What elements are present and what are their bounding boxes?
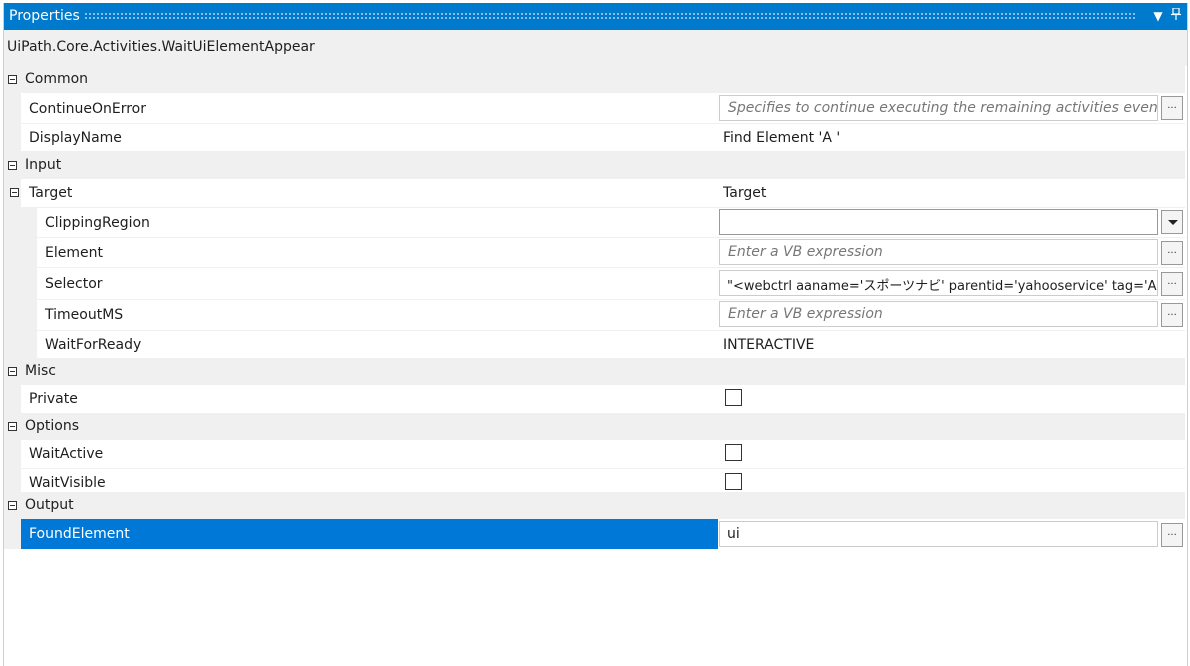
collapse-minus-icon[interactable] — [8, 75, 17, 84]
property-row-displayname[interactable]: DisplayName Find Element 'A ' — [4, 123, 1185, 151]
property-name: TimeoutMS — [45, 307, 124, 323]
property-name: Element — [45, 245, 103, 261]
placeholder-text: Enter a VB expression — [728, 306, 883, 322]
row-gutter — [4, 385, 21, 413]
selector-input[interactable]: "<webctrl aaname='スポーツナビ' parentid='yaho… — [719, 270, 1158, 296]
row-gutter — [4, 93, 21, 123]
private-checkbox[interactable] — [725, 389, 742, 406]
ellipsis-button[interactable]: ... — [1161, 272, 1183, 296]
ellipsis-button[interactable]: ... — [1161, 303, 1183, 327]
property-row-waitforready[interactable]: WaitForReady INTERACTIVE — [4, 330, 1185, 358]
collapse-minus-icon[interactable] — [10, 188, 19, 197]
property-name: Private — [29, 391, 78, 407]
foundelement-value: ui — [727, 526, 740, 542]
ellipsis-button[interactable]: ... — [1161, 241, 1183, 265]
property-name: WaitVisible — [29, 475, 106, 491]
ellipsis-button[interactable]: ... — [1161, 523, 1183, 547]
clippingregion-select[interactable] — [719, 209, 1158, 235]
category-label: Input — [25, 157, 62, 173]
row-gutter — [4, 331, 37, 358]
waitactive-checkbox[interactable] — [725, 444, 742, 461]
property-name: FoundElement — [29, 526, 130, 542]
collapse-minus-icon[interactable] — [8, 367, 17, 376]
property-row-timeoutms[interactable]: TimeoutMS Enter a VB expression ... — [4, 299, 1185, 330]
property-name: WaitActive — [29, 446, 104, 462]
row-gutter — [4, 238, 37, 267]
target-value: Target — [723, 185, 767, 201]
property-row-element[interactable]: Element Enter a VB expression ... — [4, 237, 1185, 267]
property-name: Selector — [45, 276, 103, 292]
row-gutter — [4, 208, 37, 237]
property-name: ClippingRegion — [45, 215, 150, 231]
properties-panel: Properties ▼ UiPath.Core.Activities.Wait… — [3, 3, 1188, 666]
property-row-selector[interactable]: Selector "<webctrl aaname='スポーツナビ' paren… — [4, 267, 1185, 299]
timeoutms-input[interactable]: Enter a VB expression — [719, 301, 1158, 327]
property-name: WaitForReady — [45, 337, 142, 353]
category-options[interactable]: Options — [4, 413, 1185, 440]
row-gutter — [4, 300, 37, 330]
row-gutter — [4, 268, 37, 299]
category-output[interactable]: Output — [4, 492, 1185, 519]
selected-row-highlight: FoundElement — [21, 519, 718, 549]
property-name: ContinueOnError — [29, 101, 146, 117]
displayname-value[interactable]: Find Element 'A ' — [723, 130, 840, 146]
property-name: DisplayName — [29, 130, 122, 146]
category-label: Options — [25, 418, 80, 434]
chevron-down-icon[interactable] — [1161, 210, 1183, 234]
property-row-foundelement[interactable]: FoundElement ui ... — [4, 519, 1185, 549]
panel-titlebar[interactable]: Properties ▼ — [4, 3, 1187, 30]
panel-title: Properties — [9, 8, 80, 24]
element-input[interactable]: Enter a VB expression — [719, 239, 1158, 265]
property-name: Target — [29, 185, 73, 201]
waitvisible-checkbox[interactable] — [725, 473, 742, 490]
category-label: Misc — [25, 363, 56, 379]
continueonerror-input[interactable]: Specifies to continue executing the rema… — [719, 95, 1158, 121]
collapse-minus-icon[interactable] — [8, 422, 17, 431]
waitforready-value[interactable]: INTERACTIVE — [723, 337, 814, 353]
foundelement-input[interactable]: ui — [719, 521, 1158, 547]
activity-type-label: UiPath.Core.Activities.WaitUiElementAppe… — [7, 39, 315, 55]
placeholder-text: Enter a VB expression — [728, 244, 883, 260]
category-label: Output — [25, 497, 74, 513]
row-gutter — [4, 124, 21, 151]
category-misc[interactable]: Misc — [4, 358, 1185, 385]
collapse-minus-icon[interactable] — [8, 501, 17, 510]
pin-icon[interactable] — [1167, 6, 1185, 26]
selector-value: "<webctrl aaname='スポーツナビ' parentid='yaho… — [727, 279, 1158, 294]
property-row-continueonerror[interactable]: ContinueOnError Specifies to continue ex… — [4, 93, 1185, 123]
collapse-minus-icon[interactable] — [8, 161, 17, 170]
titlebar-grip — [84, 12, 1137, 20]
category-input[interactable]: Input — [4, 151, 1185, 179]
property-row-target[interactable]: Target Target — [4, 179, 1185, 207]
category-label: Common — [25, 71, 89, 87]
ellipsis-button[interactable]: ... — [1161, 96, 1183, 120]
category-common[interactable]: Common — [4, 66, 1185, 93]
property-row-private[interactable]: Private — [4, 385, 1185, 413]
property-row-waitactive[interactable]: WaitActive — [4, 440, 1185, 468]
placeholder-text: Specifies to continue executing the rema… — [728, 100, 1158, 116]
activity-type-bar: UiPath.Core.Activities.WaitUiElementAppe… — [4, 30, 1187, 66]
row-gutter — [4, 519, 21, 549]
pin-icon-svg — [1171, 7, 1181, 20]
row-gutter — [4, 440, 21, 468]
property-row-clippingregion[interactable]: ClippingRegion — [4, 207, 1185, 237]
chevron-down-icon[interactable]: ▼ — [1149, 6, 1167, 26]
